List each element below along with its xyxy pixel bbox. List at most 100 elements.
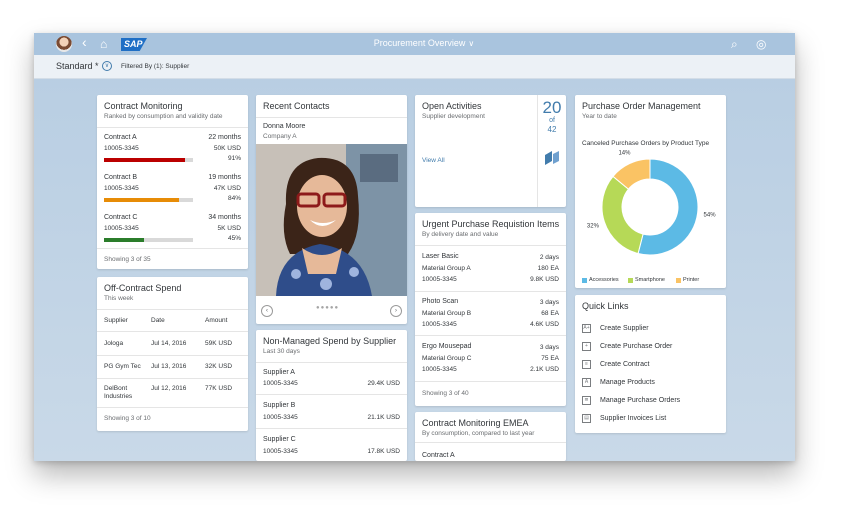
contract-percent: 84% xyxy=(227,195,241,202)
contract-percent: 45% xyxy=(227,235,241,242)
card-contract-emea[interactable]: Contract Monitoring EMEA By consumption,… xyxy=(415,412,566,461)
contract-duration: 22 months xyxy=(208,134,241,141)
item-quantity: 180 EA xyxy=(537,265,559,272)
copilot-icon[interactable]: ◎ xyxy=(756,37,766,51)
launchpad-screen: ‹ ⌂ SAP Procurement Overview ∨ ⌕ ◎ Standa… xyxy=(34,33,795,461)
card-subtitle: Supplier development xyxy=(422,113,485,120)
legend-label: Accessories xyxy=(589,277,619,283)
legend-item: Smartphone xyxy=(628,277,665,283)
progress-fill xyxy=(104,238,145,242)
of-label: of xyxy=(549,117,555,124)
chevron-down-icon: ∨ xyxy=(468,39,475,48)
column-header: Amount xyxy=(205,317,228,324)
card-footer: Showing 3 of 40 xyxy=(422,390,469,397)
divider xyxy=(415,291,566,292)
create-contract-icon: ≡ xyxy=(582,360,591,369)
amount-cell: 32K USD xyxy=(205,363,233,370)
variant-dropdown-icon[interactable]: ∨ xyxy=(102,61,112,71)
item-name: Ergo Mousepad xyxy=(422,343,472,350)
donut-slice-smartphone[interactable] xyxy=(601,175,644,255)
manage-orders-icon: ≣ xyxy=(582,396,591,405)
legend-item: Printer xyxy=(676,277,699,283)
card-urgent-requisition[interactable]: Urgent Purchase Requistion Items By deli… xyxy=(415,213,566,406)
card-open-activities[interactable]: Open Activities Supplier development 20 … xyxy=(415,95,566,207)
card-recent-contacts[interactable]: Recent Contacts Donna Moore Company A ‹ … xyxy=(256,95,407,324)
card-title: Open Activities xyxy=(422,101,482,111)
card-title: Non-Managed Spend by Supplier xyxy=(263,336,397,346)
amount-cell: 59K USD xyxy=(205,340,233,347)
card-po-management[interactable]: Purchase Order Management Year to date C… xyxy=(575,95,726,288)
supplier-name: Supplier B xyxy=(263,402,296,409)
slice-value-label: 32% xyxy=(587,224,600,230)
search-icon[interactable]: ⌕ xyxy=(731,37,738,51)
slice-value-label: 14% xyxy=(618,151,631,157)
amount-cell: 77K USD xyxy=(205,385,233,392)
contract-id: 10005-3345 xyxy=(104,145,139,152)
supplier-id: 10005-3345 xyxy=(263,414,298,421)
card-off-contract-spend[interactable]: Off-Contract Spend This week Supplier Da… xyxy=(97,277,248,431)
open-count: 20 xyxy=(542,98,562,117)
chart-title: Canceled Purchase Orders by Product Type xyxy=(582,140,710,147)
card-non-managed-spend[interactable]: Non-Managed Spend by Supplier Last 30 da… xyxy=(256,330,407,461)
divider xyxy=(97,407,248,408)
card-quick-links[interactable]: Quick Links A+ Create Supplier + Create Pur… xyxy=(575,295,726,433)
contract-duration: 34 months xyxy=(208,214,241,221)
item-value: 9.8K USD xyxy=(530,276,559,283)
item-name: Photo Scan xyxy=(422,298,459,305)
supplier-cell: Jologa xyxy=(104,340,124,347)
app-title-menu[interactable]: Procurement Overview ∨ xyxy=(364,38,484,48)
supplier-name: Supplier A xyxy=(263,369,295,376)
carousel-next-icon[interactable]: › xyxy=(390,305,402,317)
create-supplier-icon: A+ xyxy=(582,324,591,333)
contract-id: 10005-3345 xyxy=(104,185,139,192)
contract-name: Contract A xyxy=(104,134,137,141)
item-id: 10005-3345 xyxy=(422,276,457,283)
legend-label: Printer xyxy=(683,277,700,283)
home-icon[interactable]: ⌂ xyxy=(100,37,107,51)
legend-swatch xyxy=(628,277,633,283)
contract-name: Contract B xyxy=(104,174,138,181)
divider xyxy=(97,248,248,249)
supplier-id: 10005-3345 xyxy=(263,448,298,455)
view-all-link[interactable]: View All xyxy=(422,157,445,164)
contact-photo[interactable] xyxy=(256,144,407,296)
card-contract-monitoring[interactable]: Contract Monitoring Ranked by consumptio… xyxy=(97,95,248,269)
divider xyxy=(97,127,248,128)
divider xyxy=(256,428,407,429)
card-footer: Showing 3 of 35 xyxy=(104,256,151,263)
quick-link-label: Supplier Invoices List xyxy=(600,415,667,422)
column-header: Date xyxy=(151,317,165,324)
filter-bar: Standard * ∨ Filtered By (1): Supplier xyxy=(34,55,795,79)
carousel-prev-icon[interactable]: ‹ xyxy=(261,305,273,317)
user-avatar[interactable] xyxy=(56,36,72,52)
divider xyxy=(415,245,566,246)
back-icon[interactable]: ‹ xyxy=(82,35,87,49)
card-subtitle: By delivery date and value xyxy=(422,231,499,238)
card-title: Quick Links xyxy=(582,301,629,311)
card-title: Purchase Order Management xyxy=(582,101,701,111)
contract-amount: 5K USD xyxy=(217,225,241,232)
card-footer: Showing 3 of 10 xyxy=(104,415,151,422)
item-days: 3 days xyxy=(539,299,559,306)
date-cell: Jul 14, 2016 xyxy=(151,340,187,347)
shell-bar: ‹ ⌂ SAP Procurement Overview ∨ ⌕ ◎ xyxy=(34,33,795,55)
progress-bar xyxy=(104,198,193,202)
filtered-by-text[interactable]: Filtered By (1): Supplier xyxy=(121,63,189,70)
contract-id: 10005-3345 xyxy=(104,225,139,232)
divider xyxy=(256,394,407,395)
variant-name[interactable]: Standard * xyxy=(56,61,99,71)
item-group: Material Group B xyxy=(422,310,472,317)
card-subtitle: This week xyxy=(104,295,134,302)
progress-bar xyxy=(104,238,193,242)
supplier-name: Supplier C xyxy=(263,436,296,443)
item-quantity: 75 EA xyxy=(541,355,559,362)
card-title: Contract Monitoring xyxy=(104,101,183,111)
canceled-orders-donut-chart[interactable]: 54% 32% 14% xyxy=(575,150,726,275)
column-header: Supplier xyxy=(104,317,128,324)
item-quantity: 68 EA xyxy=(541,310,559,317)
item-value: 4.6K USD xyxy=(530,321,559,328)
item-group: Material Group A xyxy=(422,265,471,272)
card-title: Contract Monitoring EMEA xyxy=(422,418,529,428)
quick-link-label: Create Contract xyxy=(600,361,650,368)
item-id: 10005-3345 xyxy=(422,321,457,328)
